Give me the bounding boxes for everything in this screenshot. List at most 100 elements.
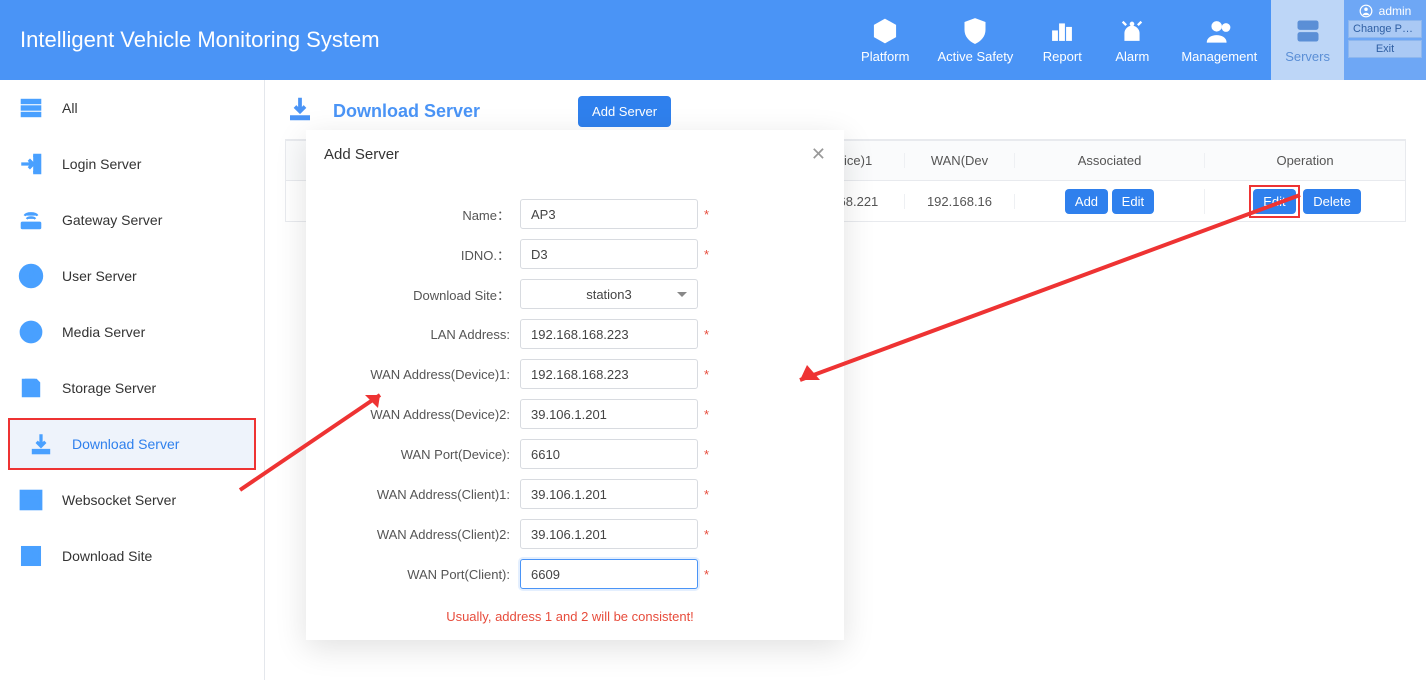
label-name: Name： bbox=[320, 205, 520, 224]
label-download-site: Download Site： bbox=[320, 285, 520, 304]
nav-report[interactable]: Report bbox=[1027, 0, 1097, 80]
form-tip: Usually, address 1 and 2 will be consist… bbox=[320, 609, 820, 624]
nav-servers[interactable]: Servers bbox=[1271, 0, 1344, 80]
sidebar-label: User Server bbox=[62, 268, 137, 284]
wan-device1-input[interactable] bbox=[520, 359, 698, 389]
edit-highlight: Edit bbox=[1249, 185, 1299, 218]
download-icon bbox=[285, 94, 315, 129]
required-star: * bbox=[704, 407, 709, 422]
sidebar-label: Gateway Server bbox=[62, 212, 162, 228]
nav-management[interactable]: Management bbox=[1167, 0, 1271, 80]
sidebar-label: Media Server bbox=[62, 324, 145, 340]
cell-wan2: 192.168.16 bbox=[905, 194, 1015, 209]
wan-device2-input[interactable] bbox=[520, 399, 698, 429]
wan-client1-input[interactable] bbox=[520, 479, 698, 509]
download-box-icon bbox=[18, 543, 44, 569]
user-name: admin bbox=[1379, 4, 1412, 18]
add-server-button[interactable]: Add Server bbox=[578, 96, 671, 127]
label-wan-port-cli: WAN Port(Client): bbox=[320, 567, 520, 582]
sidebar-item-storage-server[interactable]: Storage Server bbox=[0, 360, 264, 416]
nav-label: Active Safety bbox=[937, 49, 1013, 64]
change-password-button[interactable]: Change Pass... bbox=[1348, 20, 1422, 38]
nav-active-safety[interactable]: Active Safety bbox=[923, 0, 1027, 80]
sidebar-label: Storage Server bbox=[62, 380, 156, 396]
lan-address-input[interactable] bbox=[520, 319, 698, 349]
label-wan-cli1: WAN Address(Client)1: bbox=[320, 487, 520, 502]
top-nav: Platform Active Safety Report Alarm Mana… bbox=[847, 0, 1344, 80]
add-server-modal: Add Server ✕ Name： * IDNO.： * Download S… bbox=[306, 130, 844, 640]
label-wan-port-dev: WAN Port(Device): bbox=[320, 447, 520, 462]
shield-check-icon bbox=[961, 17, 989, 45]
page-title: Download Server bbox=[333, 101, 480, 122]
sidebar-item-media-server[interactable]: Media Server bbox=[0, 304, 264, 360]
col-operation: Operation bbox=[1205, 153, 1405, 168]
required-star: * bbox=[704, 327, 709, 342]
required-star: * bbox=[704, 207, 709, 222]
label-wan-dev1: WAN Address(Device)1: bbox=[320, 367, 520, 382]
wan-port-client-input[interactable] bbox=[520, 559, 698, 589]
nav-label: Servers bbox=[1285, 49, 1330, 64]
assoc-edit-button[interactable]: Edit bbox=[1112, 189, 1154, 214]
sidebar-label: All bbox=[62, 100, 78, 116]
sidebar-item-user-server[interactable]: User Server bbox=[0, 248, 264, 304]
router-icon bbox=[18, 207, 44, 233]
required-star: * bbox=[704, 487, 709, 502]
nav-label: Platform bbox=[861, 49, 909, 64]
sidebar-item-gateway-server[interactable]: Gateway Server bbox=[0, 192, 264, 248]
sidebar-label: Login Server bbox=[62, 156, 141, 172]
wan-port-device-input[interactable] bbox=[520, 439, 698, 469]
required-star: * bbox=[704, 367, 709, 382]
list-icon bbox=[18, 95, 44, 121]
sidebar-label: Websocket Server bbox=[62, 492, 176, 508]
label-lan: LAN Address: bbox=[320, 327, 520, 342]
nav-alarm[interactable]: Alarm bbox=[1097, 0, 1167, 80]
sidebar-label: Download Server bbox=[72, 436, 179, 452]
user-icon bbox=[1359, 4, 1373, 18]
close-icon[interactable]: ✕ bbox=[811, 144, 826, 165]
download-site-select[interactable]: station3 bbox=[520, 279, 698, 309]
sidebar-item-download-server[interactable]: Download Server bbox=[8, 418, 256, 470]
required-star: * bbox=[704, 527, 709, 542]
name-input[interactable] bbox=[520, 199, 698, 229]
sidebar-item-download-site[interactable]: Download Site bbox=[0, 528, 264, 584]
required-star: * bbox=[704, 247, 709, 262]
col-associated: Associated bbox=[1015, 153, 1205, 168]
window-icon bbox=[18, 487, 44, 513]
save-icon bbox=[18, 375, 44, 401]
row-delete-button[interactable]: Delete bbox=[1303, 189, 1361, 214]
row-edit-button[interactable]: Edit bbox=[1253, 189, 1295, 214]
wan-client2-input[interactable] bbox=[520, 519, 698, 549]
app-title: Intelligent Vehicle Monitoring System bbox=[0, 27, 520, 53]
cube-icon bbox=[871, 17, 899, 45]
sidebar-item-websocket-server[interactable]: Websocket Server bbox=[0, 472, 264, 528]
col-wan2: WAN(Dev bbox=[905, 153, 1015, 168]
alarm-icon bbox=[1118, 17, 1146, 45]
exit-button[interactable]: Exit bbox=[1348, 40, 1422, 58]
film-icon bbox=[18, 319, 44, 345]
user-gear-icon bbox=[1205, 17, 1233, 45]
user-circle-icon bbox=[18, 263, 44, 289]
sidebar-label: Download Site bbox=[62, 548, 152, 564]
assoc-add-button[interactable]: Add bbox=[1065, 189, 1108, 214]
server-icon bbox=[1294, 17, 1322, 45]
download-icon bbox=[28, 431, 54, 457]
cell-operation: Edit Delete bbox=[1205, 185, 1405, 218]
nav-platform[interactable]: Platform bbox=[847, 0, 923, 80]
required-star: * bbox=[704, 567, 709, 582]
nav-label: Management bbox=[1181, 49, 1257, 64]
label-wan-dev2: WAN Address(Device)2: bbox=[320, 407, 520, 422]
sidebar-item-login-server[interactable]: Login Server bbox=[0, 136, 264, 192]
modal-title: Add Server bbox=[324, 146, 399, 163]
idno-input[interactable] bbox=[520, 239, 698, 269]
label-idno: IDNO.： bbox=[320, 245, 520, 264]
nav-label: Report bbox=[1043, 49, 1082, 64]
login-icon bbox=[18, 151, 44, 177]
nav-label: Alarm bbox=[1115, 49, 1149, 64]
chart-bar-icon bbox=[1048, 17, 1076, 45]
sidebar: All Login Server Gateway Server User Ser… bbox=[0, 80, 265, 680]
sidebar-item-all[interactable]: All bbox=[0, 80, 264, 136]
label-wan-cli2: WAN Address(Client)2: bbox=[320, 527, 520, 542]
user-panel: admin Change Pass... Exit bbox=[1344, 0, 1426, 80]
required-star: * bbox=[704, 447, 709, 462]
cell-associated: Add Edit bbox=[1015, 189, 1205, 214]
